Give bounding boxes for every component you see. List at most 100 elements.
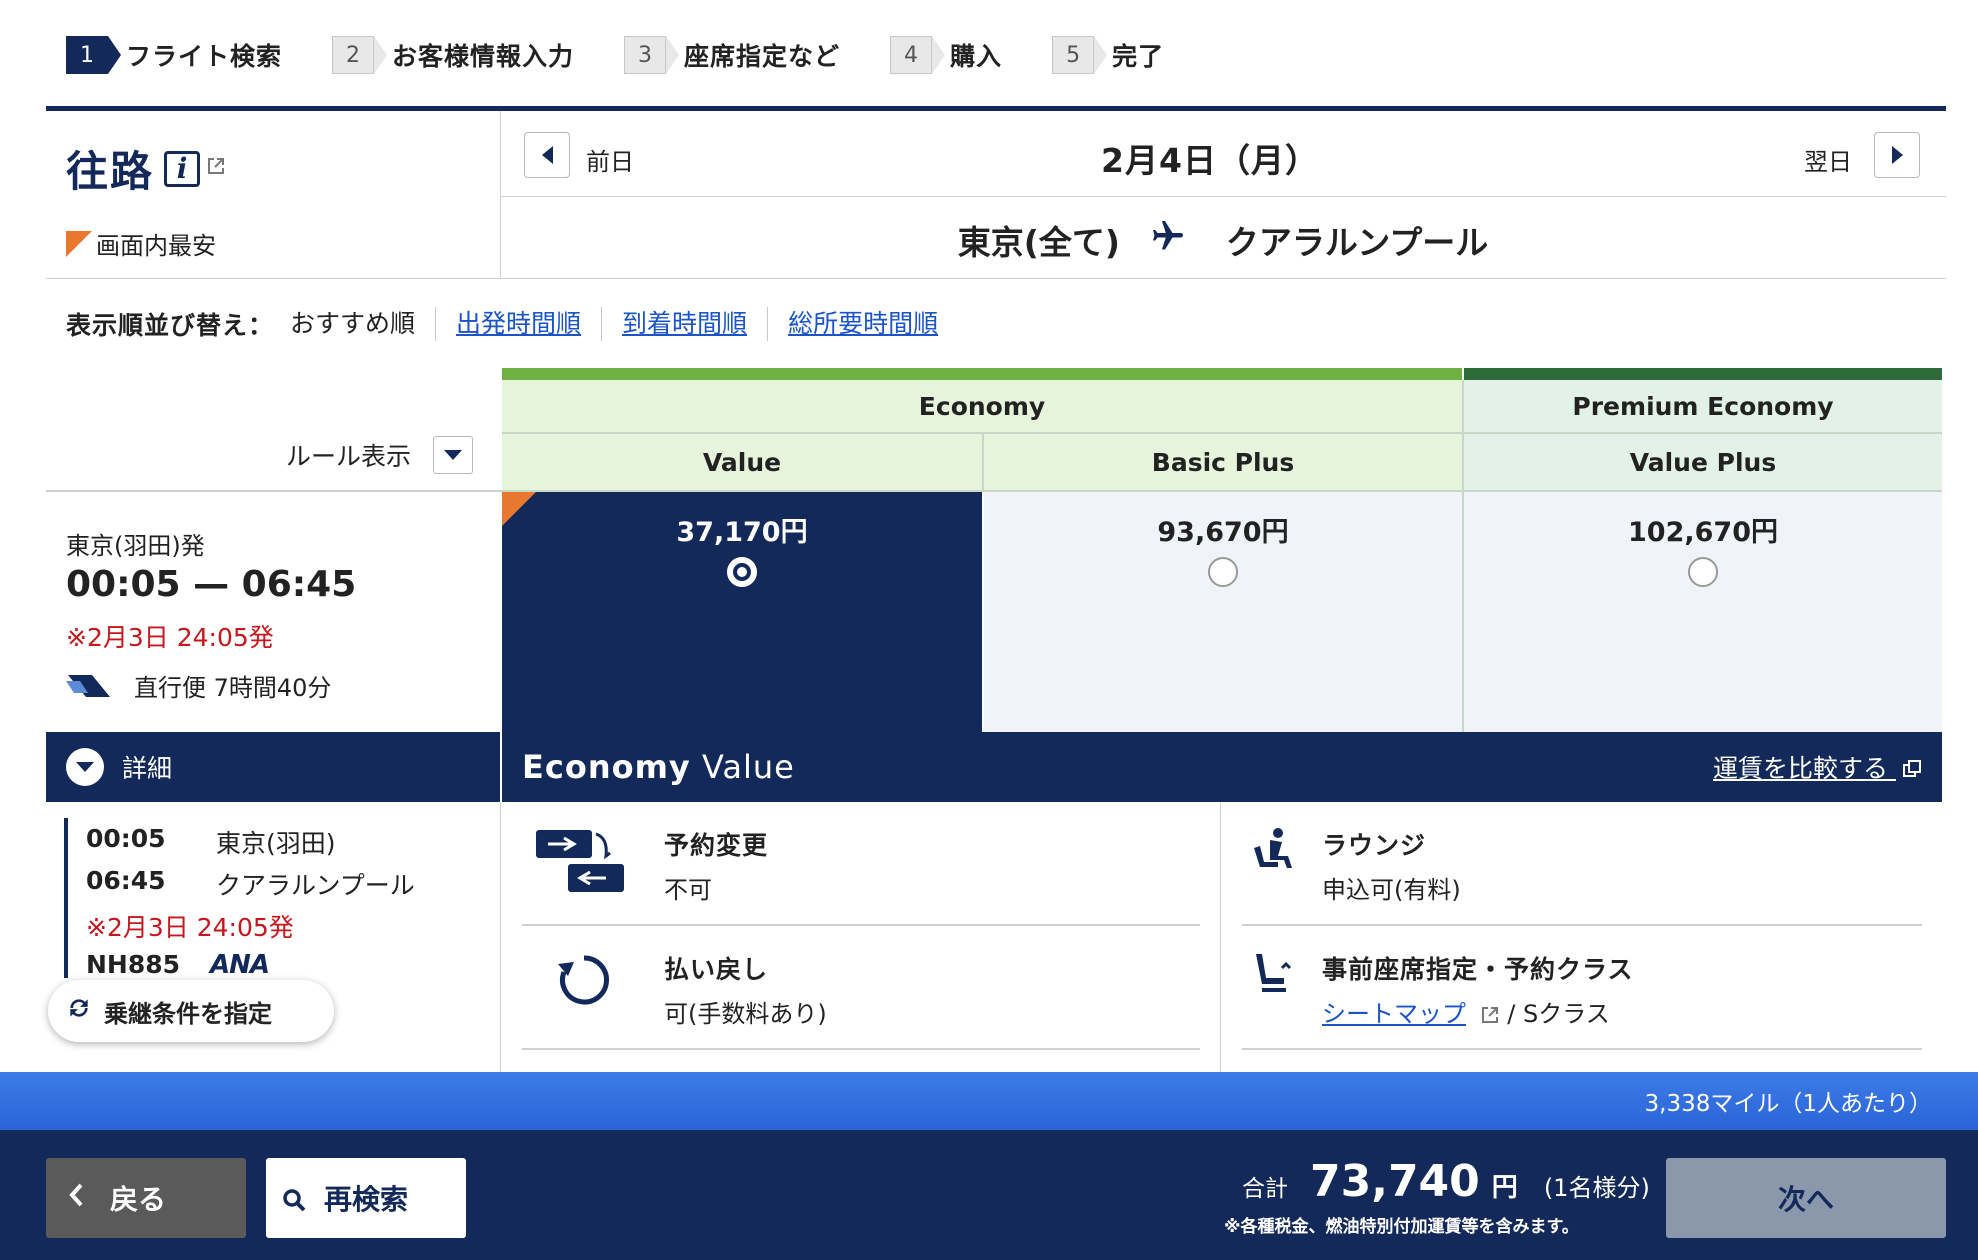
segment-row: 06:45 クアラルンプール — [86, 866, 415, 902]
research-label: 再検索 — [324, 1183, 409, 1216]
back-label: 戻る — [110, 1183, 167, 1216]
condition-title: 予約変更 — [664, 831, 769, 860]
step-passenger-info: 2 お客様情報入力 — [332, 36, 574, 74]
rule-toggle[interactable]: ルール表示 — [286, 436, 474, 474]
condition-value: 不可 — [664, 876, 712, 904]
segment-place: 東京(羽田) — [216, 829, 336, 858]
cheapest-legend: 画面内最安 — [66, 226, 216, 261]
progress-steps: 1 フライト検索 2 お客様情報入力 3 座席指定など 4 購入 5 完了 — [66, 36, 1214, 74]
total-unit: 円 — [1491, 1173, 1518, 1203]
step-seat-selection: 3 座席指定など — [624, 36, 840, 74]
condition-value: 申込可(有料) — [1322, 876, 1461, 904]
next-day-label[interactable]: 翌日 — [1804, 142, 1852, 177]
detail-toggle[interactable]: 詳細 — [46, 732, 500, 802]
divider — [522, 924, 1200, 926]
ana-logo-icon — [66, 671, 112, 701]
divider — [500, 196, 1946, 197]
segment-row: 00:05 東京(羽田) — [86, 824, 336, 860]
fare-header-value: Value — [502, 434, 982, 490]
page-title: 往路 — [66, 147, 155, 196]
external-link-icon — [1903, 760, 1921, 777]
condition-value: シートマップ / Sクラス — [1322, 994, 1634, 1029]
sort-arrival-time[interactable]: 到着時間順 — [601, 307, 767, 341]
divider — [522, 1048, 1200, 1050]
cheapest-label: 画面内最安 — [96, 232, 216, 260]
sort-departure-time[interactable]: 出発時間順 — [435, 307, 601, 341]
total-amount: 73,740 — [1310, 1156, 1480, 1207]
search-icon — [282, 1186, 306, 1212]
fare-option-value-plus[interactable]: 102,670円 — [1464, 492, 1942, 732]
selected-fare-bar: Economy Value 運賃を比較する — [502, 732, 1942, 802]
flight-number: NH885 — [86, 950, 181, 979]
booking-class: / Sクラス — [1507, 1000, 1610, 1028]
fare-option-basic-plus[interactable]: 93,670円 — [984, 492, 1462, 732]
step-number: 5 — [1052, 36, 1108, 74]
segment-date-note: ※2月3日 24:05発 — [86, 913, 294, 942]
date-title: 2月4日（月） — [1101, 141, 1319, 180]
rule-dropdown-button[interactable] — [433, 436, 474, 474]
detail-label: 詳細 — [122, 754, 173, 783]
cheapest-marker-icon — [502, 492, 536, 526]
fare-price: 37,170円 — [676, 517, 808, 548]
step-label: フライト検索 — [126, 42, 283, 71]
fare-header-value-plus: Value Plus — [1464, 434, 1942, 490]
lounge-icon — [1248, 826, 1322, 905]
segment-time: 06:45 — [86, 866, 166, 895]
origin: 東京(全て) — [957, 223, 1120, 262]
sort-recommended: おすすめ順 — [290, 309, 416, 338]
chevron-left-icon — [68, 1181, 84, 1216]
chevron-right-icon — [1891, 146, 1903, 164]
chevron-down-icon — [444, 450, 463, 460]
seat-map-link[interactable]: シートマップ — [1322, 1000, 1466, 1028]
prev-day-button[interactable] — [524, 132, 570, 178]
segment-time: 00:05 — [86, 824, 166, 853]
divider — [1242, 924, 1922, 926]
step-complete: 5 完了 — [1052, 36, 1164, 74]
premium-color-bar — [1464, 368, 1942, 380]
back-button[interactable]: 戻る — [46, 1158, 246, 1238]
step-flight-search: 1 フライト検索 — [66, 36, 282, 74]
fare-option-value[interactable]: 37,170円 — [502, 492, 982, 732]
date-note: ※2月3日 24:05発 — [66, 623, 274, 652]
condition-title: 事前座席指定・予約クラス — [1322, 955, 1634, 984]
compare-fares-link[interactable]: 運賃を比較する — [1713, 749, 1922, 785]
step-number: 1 — [66, 36, 121, 74]
ana-logo: ANA — [210, 950, 270, 980]
research-button[interactable]: 再検索 — [266, 1158, 466, 1238]
cabin-premium-header: Premium Economy — [1464, 380, 1942, 432]
fare-radio-selected[interactable] — [727, 557, 757, 587]
economy-color-bar — [502, 368, 1462, 380]
fare-price: 93,670円 — [1157, 517, 1289, 548]
step-number: 3 — [624, 36, 680, 74]
total-price: 合計 73,740 円 (1名様分) — [1242, 1156, 1650, 1207]
prev-day-label[interactable]: 前日 — [586, 142, 634, 177]
next-day-button[interactable] — [1874, 132, 1920, 178]
info-icon[interactable]: i — [164, 150, 201, 187]
step-number: 4 — [890, 36, 946, 74]
airplane-icon — [1150, 218, 1186, 263]
condition-lounge: ラウンジ 申込可(有料) — [1248, 826, 1461, 905]
step-label: 座席指定など — [684, 42, 841, 71]
fare-radio[interactable] — [1208, 557, 1238, 587]
sort-label: 表示順並び替え： — [66, 311, 275, 340]
refresh-icon — [66, 995, 92, 1028]
segment-place: クアラルンプール — [216, 871, 415, 900]
condition-seat: 事前座席指定・予約クラス シートマップ / Sクラス — [1248, 950, 1634, 1029]
step-label: お客様情報入力 — [392, 42, 575, 71]
divider — [1220, 802, 1221, 1072]
per-person: (1名様分) — [1543, 1174, 1650, 1202]
connection-condition-button[interactable]: 乗継条件を指定 — [48, 980, 334, 1042]
total-label: 合計 — [1242, 1176, 1288, 1202]
chevron-down-icon — [66, 748, 104, 786]
connection-condition-label: 乗継条件を指定 — [104, 999, 272, 1028]
tax-note: ※各種税金、燃油特別付加運賃等を含みます。 — [1224, 1217, 1579, 1237]
external-link-icon — [206, 156, 226, 181]
cheapest-marker-icon — [66, 230, 92, 257]
destination: クアラルンプール — [1225, 223, 1489, 262]
sort-total-duration[interactable]: 総所要時間順 — [767, 307, 958, 341]
segment-timeline — [64, 818, 68, 978]
next-button[interactable]: 次へ — [1666, 1158, 1946, 1238]
divider — [500, 802, 501, 1072]
fare-radio[interactable] — [1688, 557, 1718, 587]
outbound-header: 往路 i — [66, 138, 226, 199]
